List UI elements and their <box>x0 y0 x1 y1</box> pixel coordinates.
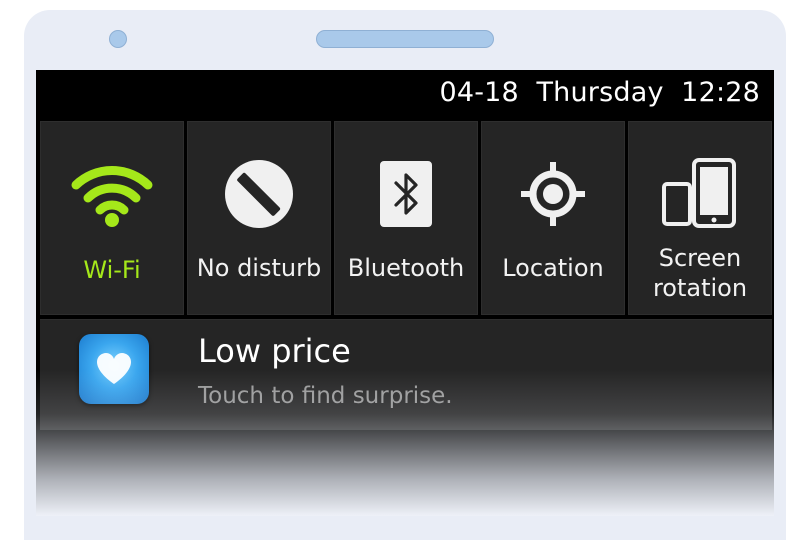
heart-app-icon <box>79 334 149 404</box>
tile-bluetooth[interactable]: Bluetooth <box>334 121 478 315</box>
tile-location[interactable]: Location <box>481 121 625 315</box>
notification-shade: 04-18 Thursday 12:28 Wi-Fi No disturb Bl… <box>36 70 774 516</box>
tile-screen-rotation[interactable]: Screen rotation <box>628 121 772 315</box>
phone-frame: 04-18 Thursday 12:28 Wi-Fi No disturb Bl… <box>24 10 786 540</box>
location-icon <box>511 152 595 236</box>
tile-label-no-disturb: No disturb <box>196 254 322 282</box>
notification-title: Low price <box>198 332 351 370</box>
tile-label-bluetooth: Bluetooth <box>347 254 465 282</box>
screen-rotation-icon <box>658 152 742 236</box>
tile-label-location: Location <box>502 254 604 282</box>
notification-subtitle: Touch to find surprise. <box>198 383 453 409</box>
front-camera <box>109 30 127 48</box>
status-bar: 04-18 Thursday 12:28 <box>36 70 774 118</box>
tile-no-disturb[interactable]: No disturb <box>187 121 331 315</box>
tile-label-screen-rotation: Screen rotation <box>652 244 748 302</box>
tile-wifi[interactable]: Wi-Fi <box>40 121 184 315</box>
notification-low-price[interactable]: Low price Touch to find surprise. <box>40 319 772 430</box>
status-datetime: 04-18 Thursday 12:28 <box>439 77 760 108</box>
tile-label-wifi: Wi-Fi <box>83 256 141 284</box>
bluetooth-icon <box>364 152 448 236</box>
no-disturb-icon <box>217 152 301 236</box>
earpiece-speaker <box>316 30 494 48</box>
wifi-icon <box>70 152 154 236</box>
quick-settings-panel: Wi-Fi No disturb Bluetooth Location Scre… <box>40 121 772 315</box>
